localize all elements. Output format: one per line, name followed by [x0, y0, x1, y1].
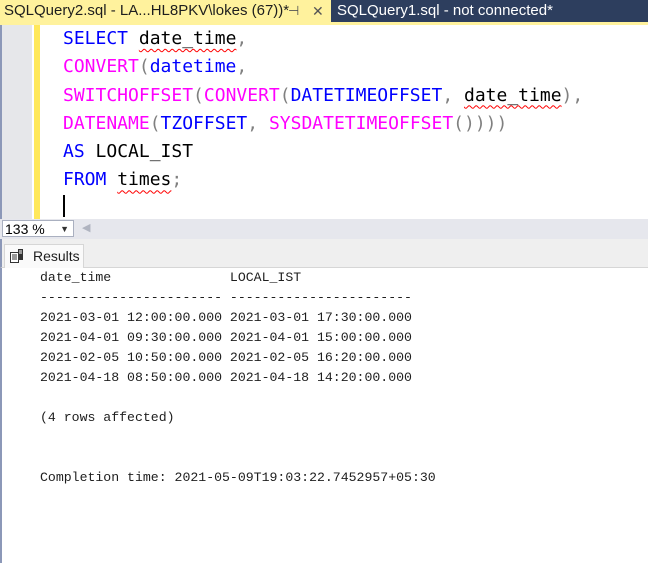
- code-token: AS: [63, 141, 85, 163]
- tab-sqlquery2[interactable]: SQLQuery2.sql - LA...HL8PKV\lokes (67))*…: [0, 0, 331, 22]
- text-caret: [63, 195, 65, 217]
- code-token: ,: [236, 56, 248, 78]
- document-tab-bar: SQLQuery2.sql - LA...HL8PKV\lokes (67))*…: [0, 0, 648, 22]
- code-line[interactable]: CONVERT(datetime,: [63, 53, 583, 81]
- tab-title: SQLQuery2.sql - LA...HL8PKV\lokes (67))*: [4, 2, 290, 19]
- code-token: ;: [171, 169, 183, 191]
- code-token: CONVERT: [203, 84, 280, 106]
- code-token-squiggle: times: [117, 169, 172, 191]
- result-row: 2021-03-01 12:00:00.000 2021-03-01 17:30…: [40, 310, 412, 325]
- code-token: ,: [236, 28, 248, 49]
- code-token: (: [138, 56, 150, 78]
- query-editor[interactable]: SELECT date_time, CONVERT(datetime, SWITCH…: [0, 25, 648, 219]
- results-text: date_time LOCAL_IST --------------------…: [40, 268, 436, 488]
- code-line[interactable]: DATENAME(TZOFFSET, SYSDATETIMEOFFSET()))…: [63, 110, 583, 138]
- results-separator: ----------------------- ----------------…: [40, 290, 412, 305]
- code-area[interactable]: SELECT date_time, CONVERT(datetime, SWITCH…: [63, 25, 583, 195]
- code-token: TZOFFSET: [160, 112, 248, 134]
- completion-time-message: Completion time: 2021-05-09T19:03:22.745…: [40, 470, 436, 485]
- code-line[interactable]: SELECT date_time,: [63, 25, 583, 53]
- results-tab-label: Results: [33, 248, 80, 264]
- results-tab-bar: Results: [0, 239, 648, 268]
- zoom-dropdown[interactable]: 133 % ▼: [2, 220, 74, 237]
- results-header: date_time LOCAL_IST: [40, 270, 302, 285]
- code-token: datetime: [149, 56, 237, 78]
- results-grid-icon: [10, 249, 23, 263]
- code-token: ,: [442, 84, 464, 106]
- code-line[interactable]: FROM times;: [63, 166, 583, 194]
- code-token-squiggle: date_time: [138, 28, 237, 49]
- chevron-down-icon: ▼: [60, 224, 69, 234]
- code-token: SWITCHOFFSET: [63, 84, 194, 106]
- results-output-pane[interactable]: date_time LOCAL_IST --------------------…: [0, 268, 648, 563]
- close-icon[interactable]: ✕: [312, 0, 324, 22]
- code-token-squiggle: date_time: [464, 84, 562, 106]
- line-gutter: [0, 25, 32, 219]
- tab-title: SQLQuery1.sql - not connected*: [337, 2, 553, 19]
- code-token: CONVERT: [63, 56, 139, 78]
- tab-sqlquery1[interactable]: SQLQuery1.sql - not connected*: [331, 0, 561, 22]
- code-token: LOCAL_IST: [84, 141, 194, 163]
- change-tracking-bar: [34, 25, 40, 219]
- editor-status-bar: 133 % ▼ ◀: [0, 219, 648, 239]
- scroll-left-icon[interactable]: ◀: [82, 221, 90, 234]
- code-token: ),: [561, 84, 584, 106]
- pin-icon[interactable]: ⊣: [288, 0, 299, 22]
- code-token: FROM: [63, 169, 107, 191]
- code-token: ,: [247, 112, 269, 134]
- tab-results[interactable]: Results: [4, 244, 84, 268]
- code-token: DATENAME: [63, 112, 150, 134]
- code-token: (: [193, 84, 204, 106]
- code-token: (: [279, 84, 291, 106]
- result-row: 2021-04-01 09:30:00.000 2021-04-01 15:00…: [40, 330, 412, 345]
- rows-affected-message: (4 rows affected): [40, 410, 175, 425]
- code-line[interactable]: SWITCHOFFSET(CONVERT(DATETIMEOFFSET, dat…: [63, 82, 583, 110]
- zoom-value: 133 %: [5, 221, 45, 237]
- result-row: 2021-02-05 10:50:00.000 2021-02-05 16:20…: [40, 350, 412, 365]
- result-row: 2021-04-18 08:50:00.000 2021-04-18 14:20…: [40, 370, 412, 385]
- code-token: ()))): [453, 112, 508, 134]
- code-token: (: [149, 112, 161, 134]
- code-token: SELECT: [63, 28, 129, 49]
- code-token: SYSDATETIMEOFFSET: [268, 112, 454, 134]
- code-token: DATETIMEOFFSET: [290, 84, 443, 106]
- code-line[interactable]: AS LOCAL_IST: [63, 138, 583, 166]
